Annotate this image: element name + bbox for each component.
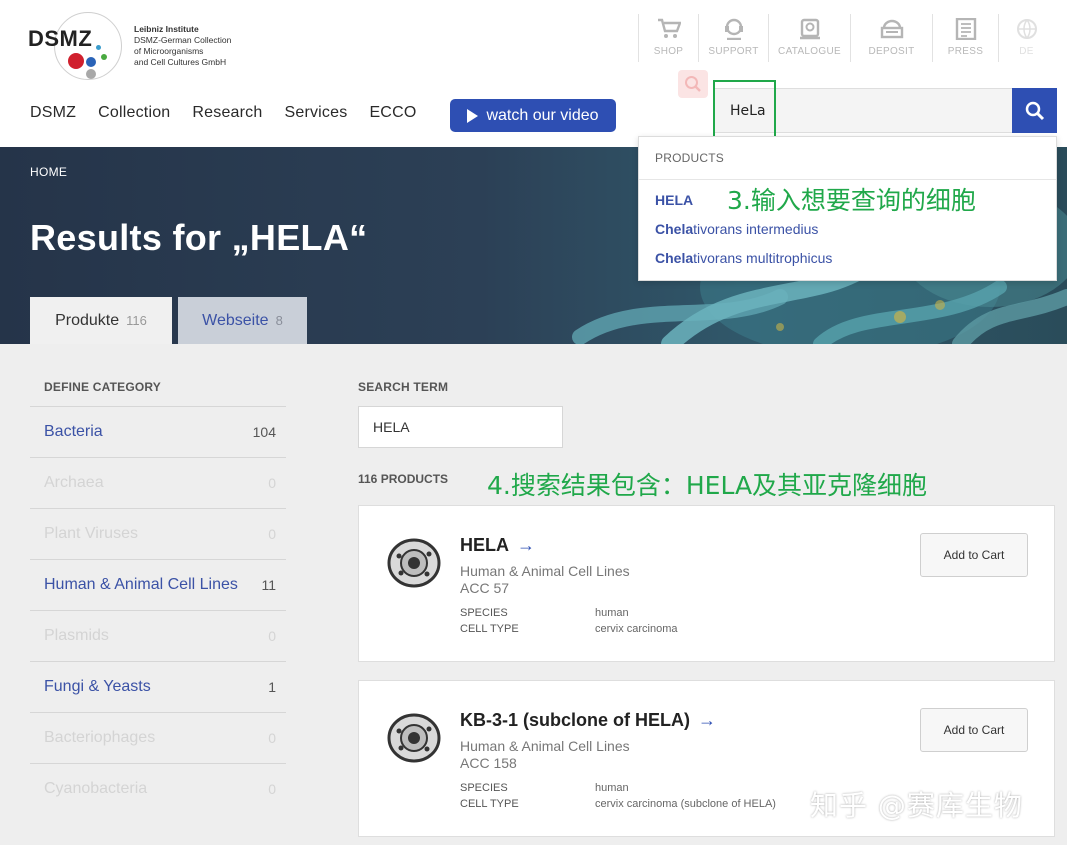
breadcrumb[interactable]: HOME — [30, 165, 67, 179]
product-category: Human & Animal Cell Lines — [460, 738, 630, 754]
species-label: SPECIES — [460, 607, 508, 619]
category-cyanobacteria: Cyanobacteria 0 — [30, 763, 286, 814]
product-title-link[interactable]: KB-3-1 (subclone of HELA) → — [460, 710, 716, 731]
support-link[interactable]: SUPPORT — [698, 14, 768, 62]
add-to-cart-button[interactable]: Add to Cart — [920, 533, 1028, 577]
globe-icon — [1014, 17, 1040, 41]
cart-icon — [656, 17, 682, 41]
search-term-heading: SEARCH TERM — [358, 380, 449, 394]
category-archaea: Archaea 0 — [30, 457, 286, 508]
suggestion-item[interactable]: Chelativorans multitrophicus — [655, 250, 832, 266]
logo-wordmark: DSMZ — [28, 26, 93, 51]
deposit-link[interactable]: DEPOSIT — [850, 14, 932, 62]
support-icon — [721, 17, 747, 41]
deposit-icon — [879, 17, 905, 41]
catalogue-icon — [797, 17, 823, 41]
product-title-link[interactable]: HELA → — [460, 535, 535, 556]
catalogue-link[interactable]: CATALOGUE — [768, 14, 850, 62]
celltype-value: cervix carcinoma (subclone of HELA) — [595, 798, 776, 810]
search-icon[interactable] — [678, 70, 708, 98]
cell-line-icon — [387, 713, 441, 763]
category-plant-viruses: Plant Viruses 0 — [30, 508, 286, 559]
celltype-value: cervix carcinoma — [595, 623, 678, 635]
product-accession: ACC 57 — [460, 580, 510, 596]
tab-count: 116 — [126, 313, 147, 328]
products-count: 116 PRODUCTS — [358, 472, 449, 486]
celltype-label: CELL TYPE — [460, 798, 519, 810]
category-bacteria[interactable]: Bacteria 104 — [30, 406, 286, 457]
play-icon — [467, 108, 479, 123]
shop-link[interactable]: SHOP — [638, 14, 698, 62]
logo-subtitle: Leibniz Institute DSMZ-German Collection… — [134, 24, 232, 67]
search-annotation-box — [713, 80, 776, 140]
cell-line-icon — [387, 538, 441, 588]
category-bacteriophages: Bacteriophages 0 — [30, 712, 286, 763]
language-link[interactable]: DE — [998, 14, 1054, 62]
main-navigation: DSMZ Collection Research Services ECCO — [30, 104, 438, 122]
watermark: 知乎 @赛库生物 — [810, 789, 1023, 822]
arrow-right-icon: → — [698, 710, 717, 730]
arrow-right-icon: → — [517, 535, 535, 555]
suggestion-item[interactable]: Chelativorans intermedius — [655, 221, 818, 237]
tab-count: 8 — [275, 313, 283, 328]
watch-video-button[interactable]: watch our video — [450, 99, 616, 132]
logo-mark: DSMZ — [28, 10, 124, 82]
species-value: human — [595, 607, 629, 619]
suggestion-item[interactable]: HELA — [655, 192, 693, 208]
tab-website[interactable]: Webseite 8 — [178, 297, 307, 344]
annotation-step4: 4.搜索结果包含：HELA及其亚克隆细胞 — [487, 471, 928, 500]
product-accession: ACC 158 — [460, 755, 517, 771]
define-category-heading: DEFINE CATEGORY — [44, 380, 162, 394]
celltype-label: CELL TYPE — [460, 623, 519, 635]
utility-links: SHOP SUPPORT CATALOGUE DEPOSIT PRESS DE — [638, 14, 1054, 62]
site-header: DSMZ Leibniz Institute DSMZ-German Colle… — [0, 0, 1067, 147]
dsmz-logo[interactable]: DSMZ Leibniz Institute DSMZ-German Colle… — [28, 10, 231, 82]
annotation-step3: 3.输入想要查询的细胞 — [727, 186, 976, 215]
search-term-input[interactable]: HELA — [358, 406, 563, 448]
nav-services[interactable]: Services — [284, 104, 347, 122]
nav-research[interactable]: Research — [192, 104, 262, 122]
category-list: Bacteria 104 Archaea 0 Plant Viruses 0 H… — [30, 406, 286, 814]
species-label: SPECIES — [460, 782, 508, 794]
nav-collection[interactable]: Collection — [98, 104, 170, 122]
search-button[interactable] — [1012, 88, 1057, 133]
category-human-animal-cell-lines[interactable]: Human & Animal Cell Lines 11 — [30, 559, 286, 610]
category-plasmids: Plasmids 0 — [30, 610, 286, 661]
nav-ecco[interactable]: ECCO — [369, 104, 416, 122]
press-icon — [953, 17, 979, 41]
product-category: Human & Animal Cell Lines — [460, 563, 630, 579]
product-card: HELA → Human & Animal Cell Lines ACC 57 … — [358, 505, 1055, 662]
page-title: Results for „HELA“ — [30, 217, 368, 258]
suggestions-header: PRODUCTS — [639, 137, 1056, 180]
magnifier-icon — [1025, 101, 1044, 120]
tab-products[interactable]: Produkte 116 — [30, 297, 172, 344]
watch-video-label: watch our video — [486, 106, 599, 124]
nav-dsmz[interactable]: DSMZ — [30, 104, 76, 122]
add-to-cart-button[interactable]: Add to Cart — [920, 708, 1028, 752]
press-link[interactable]: PRESS — [932, 14, 998, 62]
category-fungi-yeasts[interactable]: Fungi & Yeasts 1 — [30, 661, 286, 712]
species-value: human — [595, 782, 629, 794]
